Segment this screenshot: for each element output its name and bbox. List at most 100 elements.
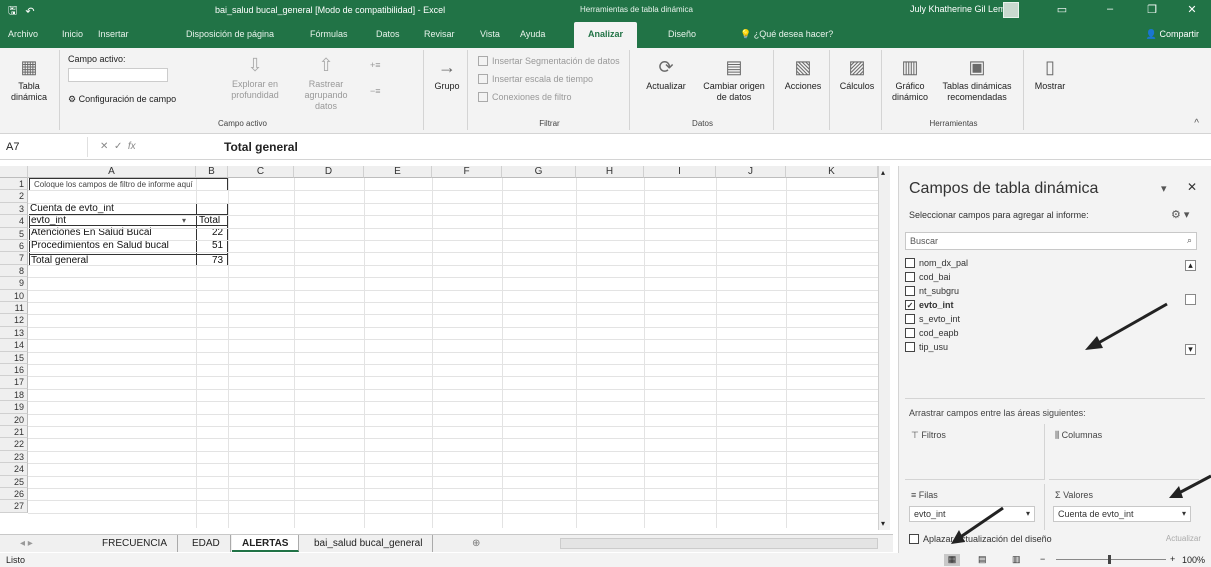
column-header[interactable]: F [432,166,502,178]
layout-settings-icon[interactable]: ⚙ ▾ [1171,208,1189,221]
pivot-row-header[interactable]: evto_int [31,215,66,226]
row-header[interactable]: 12 [0,314,28,327]
tabla-dinamica-button[interactable]: ▦ Tabla dinámica [6,56,52,103]
row-header[interactable]: 2 [0,190,28,203]
row-header[interactable]: 18 [0,388,28,402]
insertar-segmentacion-button[interactable]: Insertar Segmentación de datos [478,56,620,66]
cambiar-origen-button[interactable]: ▤ Cambiar origen de datos [696,56,772,103]
row-header[interactable]: 5 [0,227,28,240]
name-box[interactable]: A7 [0,136,88,157]
field-item[interactable]: nom_dx_pal [905,258,968,268]
row-header[interactable]: 24 [0,463,28,476]
configuracion-campo-button[interactable]: ⚙ Configuración de campo [68,94,176,105]
update-button[interactable]: Actualizar [1166,534,1201,543]
cancel-icon[interactable]: ✕ [100,141,108,152]
field-item[interactable]: s_evto_int [905,314,960,324]
row-header[interactable]: 3 [0,202,28,216]
pane-options-dropdown-icon[interactable]: ▾ [1161,182,1167,195]
field-search-input[interactable]: Buscar ⌕ [905,232,1197,250]
expand-field-icon[interactable]: +≡ [370,60,381,71]
pivot-title[interactable]: Cuenta de evto_int [30,203,114,214]
tab-insertar[interactable]: Insertar [98,29,129,39]
checkbox[interactable] [905,272,915,282]
tab-ayuda[interactable]: Ayuda [520,29,545,39]
row-header[interactable]: 23 [0,450,28,464]
fx-icon[interactable]: fx [128,141,136,152]
restore-icon[interactable]: ❐ [1140,3,1164,16]
tablas-recomendadas-button[interactable]: ▣ Tablas dinámicas recomendadas [934,56,1020,103]
undo-icon[interactable]: ↶ [25,5,34,18]
page-break-icon[interactable]: ▥ [1012,554,1021,565]
row-header[interactable]: 1 [0,178,28,191]
row-header[interactable]: 4 [0,215,28,228]
field-item[interactable]: nt_subgru [905,286,959,296]
checkbox[interactable] [905,258,915,268]
pivot-row-label[interactable]: Atenciones En Salud Bucal [31,227,152,238]
column-header[interactable]: B [196,166,228,178]
sheet-tab[interactable]: EDAD [182,535,231,552]
checkbox[interactable] [905,328,915,338]
close-icon[interactable]: ✕ [1180,3,1204,16]
column-header[interactable]: H [576,166,644,178]
checkbox[interactable] [905,314,915,324]
calculos-button[interactable]: ▨ Cálculos [834,56,880,92]
enter-icon[interactable]: ✓ [114,141,122,152]
tell-me-box[interactable]: 💡 ¿Qué desea hacer? [740,29,833,40]
filter-dropdown-icon[interactable]: ▾ [182,215,186,226]
column-header[interactable]: A [28,166,196,178]
tab-disposicion[interactable]: Disposición de página [186,29,274,39]
row-header[interactable]: 10 [0,289,28,302]
scroll-down-icon[interactable]: ▾ [881,519,885,528]
sheet-tab[interactable]: FRECUENCIA [92,535,179,552]
row-header[interactable]: 9 [0,277,28,290]
column-header[interactable]: C [228,166,294,178]
row-header[interactable]: 14 [0,339,28,352]
row-header[interactable]: 27 [0,500,28,513]
normal-view-icon[interactable]: ▦ [944,554,960,566]
field-item[interactable]: tip_usu [905,342,948,352]
list-scroll-thumb[interactable] [1185,294,1196,305]
row-header[interactable]: 25 [0,475,28,488]
page-layout-icon[interactable]: ▤ [978,554,987,565]
field-item[interactable]: cod_eapb [905,328,959,338]
save-icon[interactable]: 🖫 [8,2,17,21]
spreadsheet-grid[interactable]: A B C D E F G H I J K Coloque los campos… [0,166,893,530]
pivot-col-header[interactable]: Total [199,215,220,226]
column-header[interactable]: D [294,166,364,178]
tab-datos[interactable]: Datos [376,29,400,39]
row-header[interactable]: 13 [0,326,28,340]
mostrar-button[interactable]: ▯ Mostrar [1028,56,1072,92]
checkbox[interactable] [905,342,915,352]
grupo-button[interactable]: → Grupo [428,56,466,92]
column-header[interactable]: I [644,166,716,178]
row-header[interactable]: 16 [0,364,28,377]
row-header[interactable]: 22 [0,438,28,451]
avatar[interactable] [1003,2,1019,18]
scroll-up-icon[interactable]: ▴ [881,168,885,177]
tab-revisar[interactable]: Revisar [424,29,455,39]
column-header[interactable]: G [502,166,576,178]
row-header[interactable]: 20 [0,413,28,426]
insertar-escala-button[interactable]: Insertar escala de tiempo [478,74,593,84]
actualizar-button[interactable]: ⟳ Actualizar [638,56,694,92]
chip-dropdown-icon[interactable]: ▾ [1026,509,1030,518]
row-header[interactable]: 17 [0,376,28,389]
campo-activo-input[interactable] [68,68,168,82]
column-header[interactable]: K [786,166,878,178]
select-all-corner[interactable] [0,166,28,178]
conexiones-filtro-button[interactable]: Conexiones de filtro [478,92,572,102]
field-item-selected[interactable]: ✓ evto_int [905,300,954,310]
row-header[interactable]: 26 [0,488,28,501]
zoom-in-icon[interactable]: + [1170,554,1175,564]
sheet-nav-arrows-icon[interactable]: ◂ ▸ [10,535,43,552]
pivot-row-label[interactable]: Procedimientos en Salud bucal [31,240,169,251]
rastrear-button[interactable]: ⇧ Rastrear agrupando datos [288,54,364,112]
share-button[interactable]: 👤 Compartir [1146,29,1199,40]
zoom-slider-thumb[interactable] [1108,555,1111,564]
row-header[interactable]: 8 [0,264,28,278]
list-scroll-up-icon[interactable]: ▴ [1185,260,1196,271]
row-header[interactable]: 7 [0,252,28,265]
sheet-tab[interactable]: bai_salud bucal_general [304,535,434,552]
formula-content[interactable]: Total general [218,140,298,154]
add-sheet-icon[interactable]: ⊕ [462,535,490,552]
